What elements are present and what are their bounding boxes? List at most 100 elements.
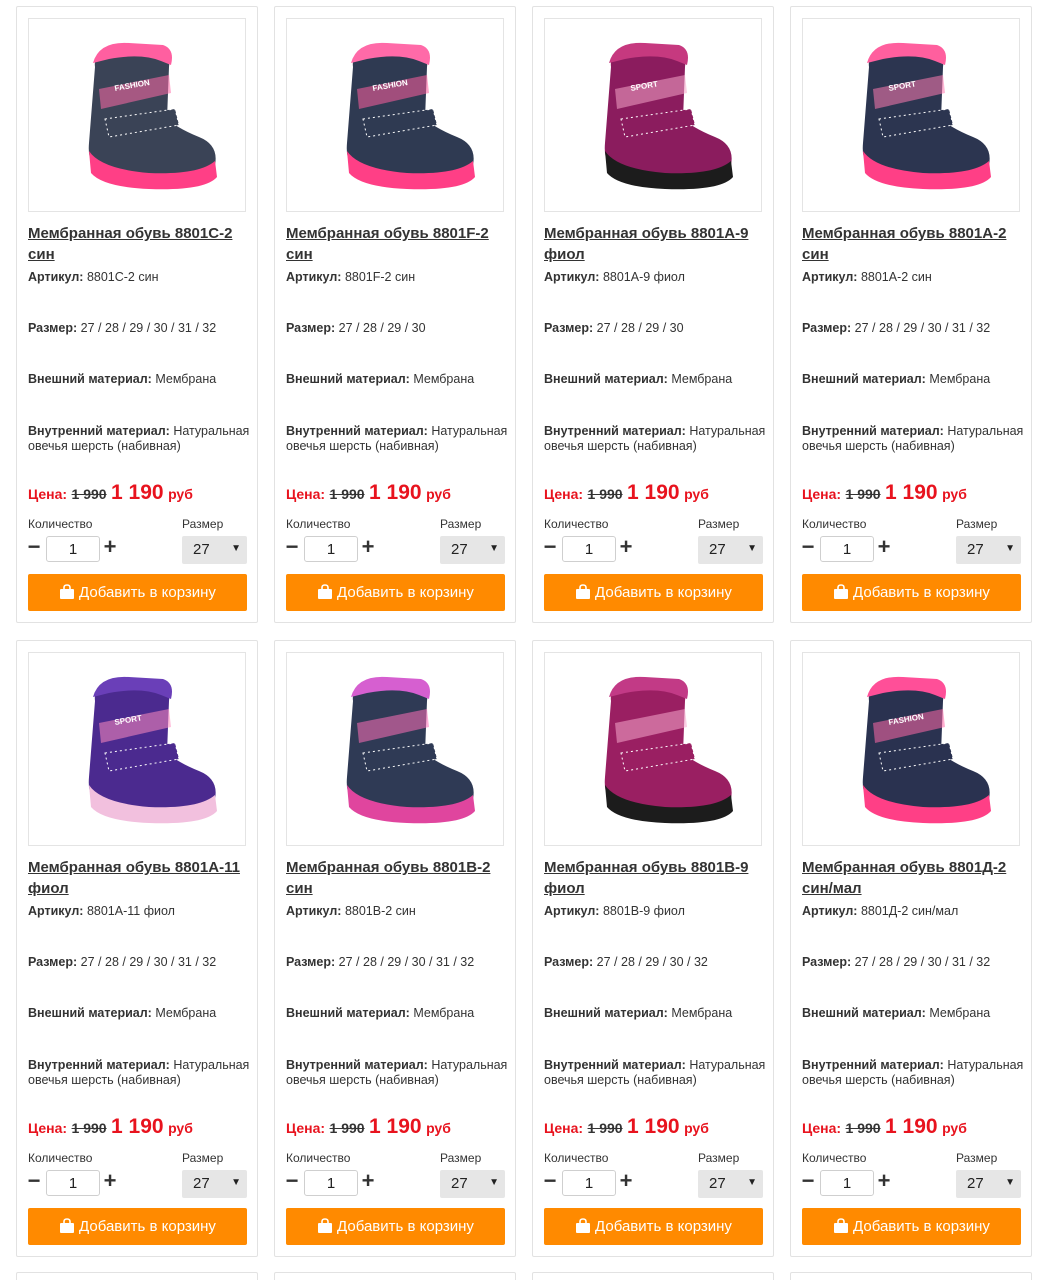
product-image[interactable]: FASHION — [802, 652, 1020, 846]
product-image[interactable]: SPORT — [28, 652, 246, 846]
spec-inner-material-label: Внутренний материал: — [28, 424, 170, 438]
quantity-increase-button[interactable]: + — [618, 536, 634, 560]
add-to-cart-button[interactable]: Добавить в корзину — [28, 574, 247, 611]
product-title-line1: Мембранная обувь 8801A-9 — [544, 225, 749, 242]
size-select[interactable]: 27 ▼ — [182, 536, 247, 564]
shopping-bag-icon — [318, 584, 333, 599]
product-card: Мембранная обувь 8801B-9 фиол Артикул: 880… — [532, 640, 774, 1257]
quantity-input[interactable] — [304, 1170, 358, 1196]
quantity-decrease-button[interactable]: − — [542, 1170, 558, 1194]
spec-inner-material-label: Внутренний материал: — [28, 1058, 170, 1072]
spec-inner-material: Внутренний материал: Натуральная овечья … — [544, 424, 766, 454]
quantity-decrease-button[interactable]: − — [284, 536, 300, 560]
add-to-cart-button[interactable]: Добавить в корзину — [802, 1208, 1021, 1245]
size-select-value: 27 — [709, 1175, 726, 1192]
product-image[interactable] — [544, 652, 762, 846]
size-select[interactable]: 27 ▼ — [956, 536, 1021, 564]
price-label: Цена: — [286, 486, 326, 502]
spec-outer-material-label: Внешний материал: — [544, 1006, 668, 1020]
product-title-link[interactable]: Мембранная обувь 8801A-9 фиол — [544, 223, 764, 265]
quantity-increase-button[interactable]: + — [876, 1170, 892, 1194]
quantity-decrease-button[interactable]: − — [542, 536, 558, 560]
boot-image: SPORT — [862, 42, 991, 190]
product-title-link[interactable]: Мембранная обувь 8801C-2 син — [28, 223, 248, 265]
quantity-input[interactable] — [820, 1170, 874, 1196]
product-title-line2: фиол — [544, 880, 585, 897]
quantity-increase-button[interactable]: + — [360, 1170, 376, 1194]
product-title-link[interactable]: Мембранная обувь 8801B-2 син — [286, 857, 506, 899]
spec-article-label: Артикул: — [28, 270, 84, 284]
add-to-cart-button[interactable]: Добавить в корзину — [544, 1208, 763, 1245]
size-select[interactable]: 27 ▼ — [956, 1170, 1021, 1198]
size-select[interactable]: 27 ▼ — [698, 536, 763, 564]
currency-label: руб — [684, 486, 709, 502]
add-to-cart-button[interactable]: Добавить в корзину — [802, 574, 1021, 611]
quantity-increase-button[interactable]: + — [876, 536, 892, 560]
spec-inner-material-label: Внутренний материал: — [802, 424, 944, 438]
spec-article: Артикул: 8801C-2 син — [28, 270, 250, 285]
add-to-cart-button[interactable]: Добавить в корзину — [286, 574, 505, 611]
quantity-input[interactable] — [46, 536, 100, 562]
size-select[interactable]: 27 ▼ — [440, 1170, 505, 1198]
chevron-down-icon: ▼ — [1005, 1177, 1015, 1188]
quantity-input[interactable] — [562, 536, 616, 562]
spec-inner-material: Внутренний материал: Натуральная овечья … — [802, 1058, 1024, 1088]
price-row: Цена: 1 990 1 190 руб — [544, 481, 774, 505]
add-to-cart-button[interactable]: Добавить в корзину — [544, 574, 763, 611]
quantity-label: Количество — [286, 517, 351, 531]
product-title-link[interactable]: Мембранная обувь 8801F-2 син — [286, 223, 506, 265]
current-price: 1 190 — [369, 481, 422, 504]
quantity-input[interactable] — [562, 1170, 616, 1196]
size-select[interactable]: 27 ▼ — [698, 1170, 763, 1198]
spec-article: Артикул: 8801Д-2 син/мал — [802, 904, 1024, 919]
spec-inner-material-label: Внутренний материал: — [802, 1058, 944, 1072]
price-row: Цена: 1 990 1 190 руб — [28, 1115, 258, 1139]
quantity-decrease-button[interactable]: − — [26, 536, 42, 560]
quantity-input[interactable] — [304, 536, 358, 562]
chevron-down-icon: ▼ — [231, 1177, 241, 1188]
quantity-decrease-button[interactable]: − — [26, 1170, 42, 1194]
size-select-label: Размер — [956, 1151, 998, 1165]
quantity-increase-button[interactable]: + — [102, 536, 118, 560]
quantity-decrease-button[interactable]: − — [800, 536, 816, 560]
size-select-value: 27 — [451, 541, 468, 558]
product-image[interactable]: SPORT — [544, 18, 762, 212]
product-image[interactable]: FASHION — [28, 18, 246, 212]
boot-image — [346, 676, 475, 824]
chevron-down-icon: ▼ — [489, 1177, 499, 1188]
product-title-line1: Мембранная обувь 8801A-11 — [28, 859, 240, 876]
product-image[interactable] — [286, 652, 504, 846]
spec-sizes: Размер: 27 / 28 / 29 / 30 / 31 / 32 — [286, 955, 508, 970]
product-title-link[interactable]: Мембранная обувь 8801A-2 син — [802, 223, 1022, 265]
add-to-cart-label: Добавить в корзину — [79, 584, 216, 601]
quantity-decrease-button[interactable]: − — [800, 1170, 816, 1194]
spec-article-label: Артикул: — [544, 904, 600, 918]
size-select-label: Размер — [956, 517, 998, 531]
spec-inner-material-label: Внутренний материал: — [286, 424, 428, 438]
product-card: FASHION Мембранная обувь 8801Д-2 син/мал Ар… — [790, 640, 1032, 1257]
spec-inner-material: Внутренний материал: Натуральная овечья … — [28, 1058, 250, 1088]
quantity-decrease-button[interactable]: − — [284, 1170, 300, 1194]
size-select[interactable]: 27 ▼ — [440, 536, 505, 564]
product-title-line1: Мембранная обувь 8801C-2 — [28, 225, 233, 242]
product-image[interactable]: SPORT — [802, 18, 1020, 212]
quantity-increase-button[interactable]: + — [618, 1170, 634, 1194]
product-image[interactable]: FASHION — [286, 18, 504, 212]
quantity-input[interactable] — [46, 1170, 100, 1196]
product-title-link[interactable]: Мембранная обувь 8801B-9 фиол — [544, 857, 764, 899]
product-title-link[interactable]: Мембранная обувь 8801A-11 фиол — [28, 857, 248, 899]
size-select[interactable]: 27 ▼ — [182, 1170, 247, 1198]
add-to-cart-button[interactable]: Добавить в корзину — [286, 1208, 505, 1245]
quantity-increase-button[interactable]: + — [102, 1170, 118, 1194]
spec-article-value: 8801A-9 фиол — [602, 270, 685, 284]
quantity-increase-button[interactable]: + — [360, 536, 376, 560]
spec-article: Артикул: 8801A-2 син — [802, 270, 1024, 285]
product-title-link[interactable]: Мембранная обувь 8801Д-2 син/мал — [802, 857, 1022, 899]
quantity-label: Количество — [286, 1151, 351, 1165]
price-row: Цена: 1 990 1 190 руб — [544, 1115, 774, 1139]
price-label: Цена: — [28, 486, 68, 502]
spec-sizes-value: 27 / 28 / 29 / 30 / 32 — [596, 955, 708, 969]
quantity-input[interactable] — [820, 536, 874, 562]
product-card-partial — [532, 1272, 774, 1280]
add-to-cart-button[interactable]: Добавить в корзину — [28, 1208, 247, 1245]
